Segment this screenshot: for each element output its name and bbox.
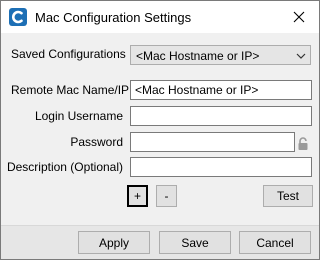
remote-mac-input[interactable] — [130, 80, 312, 100]
chevron-down-icon — [296, 50, 306, 64]
dialog-content: Saved Configurations <Mac Hostname or IP… — [1, 33, 319, 259]
saved-configurations-select[interactable]: <Mac Hostname or IP> — [130, 45, 311, 65]
add-configuration-button[interactable]: + — [127, 185, 148, 207]
login-username-input[interactable] — [130, 106, 312, 126]
app-logo-icon — [9, 8, 27, 26]
dialog-footer: Apply Save Cancel — [1, 225, 319, 259]
saved-configurations-label: Saved Configurations — [11, 47, 126, 61]
password-input[interactable] — [130, 132, 295, 152]
test-button[interactable]: Test — [263, 185, 313, 207]
cancel-button[interactable]: Cancel — [239, 231, 311, 254]
close-icon[interactable] — [279, 1, 319, 33]
dialog-window: Mac Configuration Settings Saved Configu… — [0, 0, 320, 260]
description-label: Description (Optional) — [6, 160, 123, 174]
remote-mac-label: Remote Mac Name/IP — [11, 83, 130, 97]
lock-icon — [297, 137, 309, 154]
remove-configuration-button[interactable]: - — [156, 185, 177, 207]
description-input[interactable] — [130, 157, 312, 177]
apply-button[interactable]: Apply — [78, 231, 150, 254]
saved-configurations-value: <Mac Hostname or IP> — [136, 49, 260, 63]
title-bar: Mac Configuration Settings — [1, 1, 319, 33]
window-title: Mac Configuration Settings — [35, 10, 192, 25]
login-username-label: Login Username — [34, 109, 123, 123]
save-button[interactable]: Save — [159, 231, 231, 254]
password-label: Password — [70, 135, 123, 149]
